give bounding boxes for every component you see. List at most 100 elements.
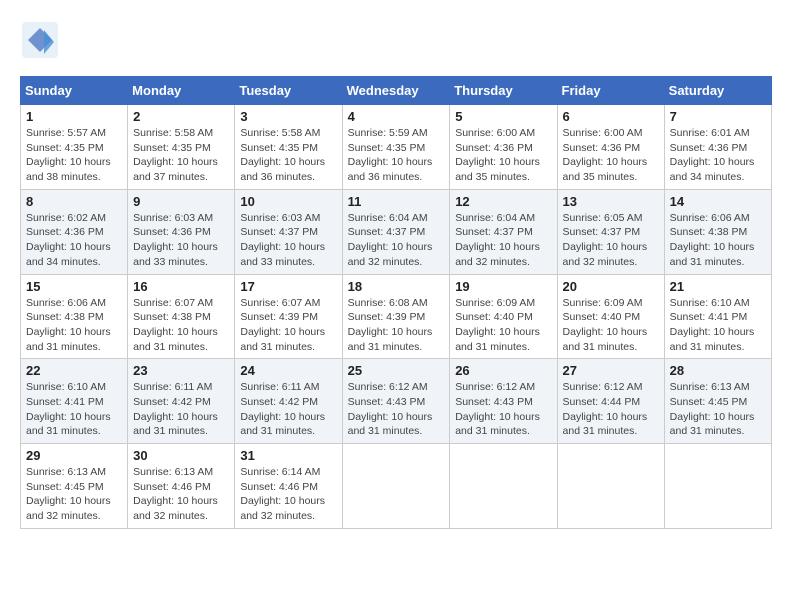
sunrise-label: Sunrise: 6:13 AM (26, 466, 106, 478)
sunrise-label: Sunrise: 6:12 AM (563, 381, 643, 393)
sunrise-label: Sunrise: 6:13 AM (133, 466, 213, 478)
sunset-label: Sunset: 4:36 PM (133, 226, 211, 238)
sunrise-label: Sunrise: 6:02 AM (26, 212, 106, 224)
daylight-label: Daylight: 10 hours and 32 minutes. (348, 241, 433, 268)
table-row: 19 Sunrise: 6:09 AM Sunset: 4:40 PM Dayl… (450, 274, 557, 359)
daylight-label: Daylight: 10 hours and 31 minutes. (26, 326, 111, 353)
logo-icon (20, 20, 60, 60)
daylight-label: Daylight: 10 hours and 31 minutes. (133, 326, 218, 353)
table-row: 16 Sunrise: 6:07 AM Sunset: 4:38 PM Dayl… (128, 274, 235, 359)
daylight-label: Daylight: 10 hours and 31 minutes. (133, 411, 218, 438)
daylight-label: Daylight: 10 hours and 36 minutes. (240, 156, 325, 183)
day-info: Sunrise: 5:59 AM Sunset: 4:35 PM Dayligh… (348, 126, 445, 185)
daylight-label: Daylight: 10 hours and 35 minutes. (563, 156, 648, 183)
daylight-label: Daylight: 10 hours and 31 minutes. (240, 326, 325, 353)
day-number: 12 (455, 194, 551, 209)
day-number: 7 (670, 109, 766, 124)
day-number: 6 (563, 109, 659, 124)
col-sunday: Sunday (21, 77, 128, 105)
table-row: 1 Sunrise: 5:57 AM Sunset: 4:35 PM Dayli… (21, 105, 128, 190)
day-info: Sunrise: 6:02 AM Sunset: 4:36 PM Dayligh… (26, 211, 122, 270)
sunrise-label: Sunrise: 6:07 AM (133, 297, 213, 309)
sunset-label: Sunset: 4:38 PM (133, 311, 211, 323)
sunset-label: Sunset: 4:35 PM (26, 142, 104, 154)
table-row: 24 Sunrise: 6:11 AM Sunset: 4:42 PM Dayl… (235, 359, 342, 444)
sunrise-label: Sunrise: 6:05 AM (563, 212, 643, 224)
sunrise-label: Sunrise: 6:10 AM (670, 297, 750, 309)
day-info: Sunrise: 6:07 AM Sunset: 4:39 PM Dayligh… (240, 296, 336, 355)
day-number: 9 (133, 194, 229, 209)
table-row: 17 Sunrise: 6:07 AM Sunset: 4:39 PM Dayl… (235, 274, 342, 359)
daylight-label: Daylight: 10 hours and 38 minutes. (26, 156, 111, 183)
sunset-label: Sunset: 4:44 PM (563, 396, 641, 408)
daylight-label: Daylight: 10 hours and 36 minutes. (348, 156, 433, 183)
daylight-label: Daylight: 10 hours and 34 minutes. (26, 241, 111, 268)
day-info: Sunrise: 6:04 AM Sunset: 4:37 PM Dayligh… (348, 211, 445, 270)
sunrise-label: Sunrise: 6:01 AM (670, 127, 750, 139)
table-row: 8 Sunrise: 6:02 AM Sunset: 4:36 PM Dayli… (21, 189, 128, 274)
sunrise-label: Sunrise: 6:11 AM (240, 381, 319, 393)
sunset-label: Sunset: 4:37 PM (240, 226, 318, 238)
table-row: 6 Sunrise: 6:00 AM Sunset: 4:36 PM Dayli… (557, 105, 664, 190)
day-number: 4 (348, 109, 445, 124)
daylight-label: Daylight: 10 hours and 32 minutes. (455, 241, 540, 268)
day-number: 20 (563, 279, 659, 294)
table-row: 25 Sunrise: 6:12 AM Sunset: 4:43 PM Dayl… (342, 359, 450, 444)
table-row: 21 Sunrise: 6:10 AM Sunset: 4:41 PM Dayl… (664, 274, 771, 359)
day-number: 10 (240, 194, 336, 209)
col-friday: Friday (557, 77, 664, 105)
table-row: 26 Sunrise: 6:12 AM Sunset: 4:43 PM Dayl… (450, 359, 557, 444)
sunrise-label: Sunrise: 5:58 AM (240, 127, 320, 139)
sunrise-label: Sunrise: 5:59 AM (348, 127, 428, 139)
table-row: 9 Sunrise: 6:03 AM Sunset: 4:36 PM Dayli… (128, 189, 235, 274)
day-number: 13 (563, 194, 659, 209)
sunset-label: Sunset: 4:42 PM (133, 396, 211, 408)
day-number: 18 (348, 279, 445, 294)
day-number: 28 (670, 363, 766, 378)
day-number: 2 (133, 109, 229, 124)
day-info: Sunrise: 5:58 AM Sunset: 4:35 PM Dayligh… (240, 126, 336, 185)
sunset-label: Sunset: 4:45 PM (26, 481, 104, 493)
day-number: 3 (240, 109, 336, 124)
day-info: Sunrise: 6:12 AM Sunset: 4:44 PM Dayligh… (563, 380, 659, 439)
sunrise-label: Sunrise: 6:13 AM (670, 381, 750, 393)
calendar-table: Sunday Monday Tuesday Wednesday Thursday… (20, 76, 772, 529)
table-row: 3 Sunrise: 5:58 AM Sunset: 4:35 PM Dayli… (235, 105, 342, 190)
sunset-label: Sunset: 4:39 PM (240, 311, 318, 323)
day-info: Sunrise: 6:10 AM Sunset: 4:41 PM Dayligh… (26, 380, 122, 439)
day-info: Sunrise: 6:00 AM Sunset: 4:36 PM Dayligh… (455, 126, 551, 185)
table-row: 15 Sunrise: 6:06 AM Sunset: 4:38 PM Dayl… (21, 274, 128, 359)
day-number: 31 (240, 448, 336, 463)
day-number: 5 (455, 109, 551, 124)
table-row (664, 444, 771, 529)
daylight-label: Daylight: 10 hours and 33 minutes. (240, 241, 325, 268)
daylight-label: Daylight: 10 hours and 31 minutes. (240, 411, 325, 438)
daylight-label: Daylight: 10 hours and 31 minutes. (670, 326, 755, 353)
sunset-label: Sunset: 4:35 PM (133, 142, 211, 154)
col-wednesday: Wednesday (342, 77, 450, 105)
sunrise-label: Sunrise: 6:07 AM (240, 297, 320, 309)
daylight-label: Daylight: 10 hours and 31 minutes. (348, 326, 433, 353)
day-info: Sunrise: 6:06 AM Sunset: 4:38 PM Dayligh… (26, 296, 122, 355)
day-info: Sunrise: 6:06 AM Sunset: 4:38 PM Dayligh… (670, 211, 766, 270)
day-number: 22 (26, 363, 122, 378)
sunrise-label: Sunrise: 6:04 AM (348, 212, 428, 224)
daylight-label: Daylight: 10 hours and 31 minutes. (563, 411, 648, 438)
day-info: Sunrise: 6:11 AM Sunset: 4:42 PM Dayligh… (240, 380, 336, 439)
day-info: Sunrise: 6:00 AM Sunset: 4:36 PM Dayligh… (563, 126, 659, 185)
day-number: 26 (455, 363, 551, 378)
day-info: Sunrise: 6:14 AM Sunset: 4:46 PM Dayligh… (240, 465, 336, 524)
day-number: 16 (133, 279, 229, 294)
sunrise-label: Sunrise: 6:11 AM (133, 381, 212, 393)
table-row: 31 Sunrise: 6:14 AM Sunset: 4:46 PM Dayl… (235, 444, 342, 529)
table-row: 22 Sunrise: 6:10 AM Sunset: 4:41 PM Dayl… (21, 359, 128, 444)
sunset-label: Sunset: 4:41 PM (26, 396, 104, 408)
sunset-label: Sunset: 4:46 PM (240, 481, 318, 493)
calendar-row: 29 Sunrise: 6:13 AM Sunset: 4:45 PM Dayl… (21, 444, 772, 529)
page-header (20, 20, 772, 60)
day-info: Sunrise: 6:04 AM Sunset: 4:37 PM Dayligh… (455, 211, 551, 270)
day-number: 29 (26, 448, 122, 463)
sunset-label: Sunset: 4:40 PM (563, 311, 641, 323)
sunset-label: Sunset: 4:37 PM (455, 226, 533, 238)
day-info: Sunrise: 6:03 AM Sunset: 4:36 PM Dayligh… (133, 211, 229, 270)
